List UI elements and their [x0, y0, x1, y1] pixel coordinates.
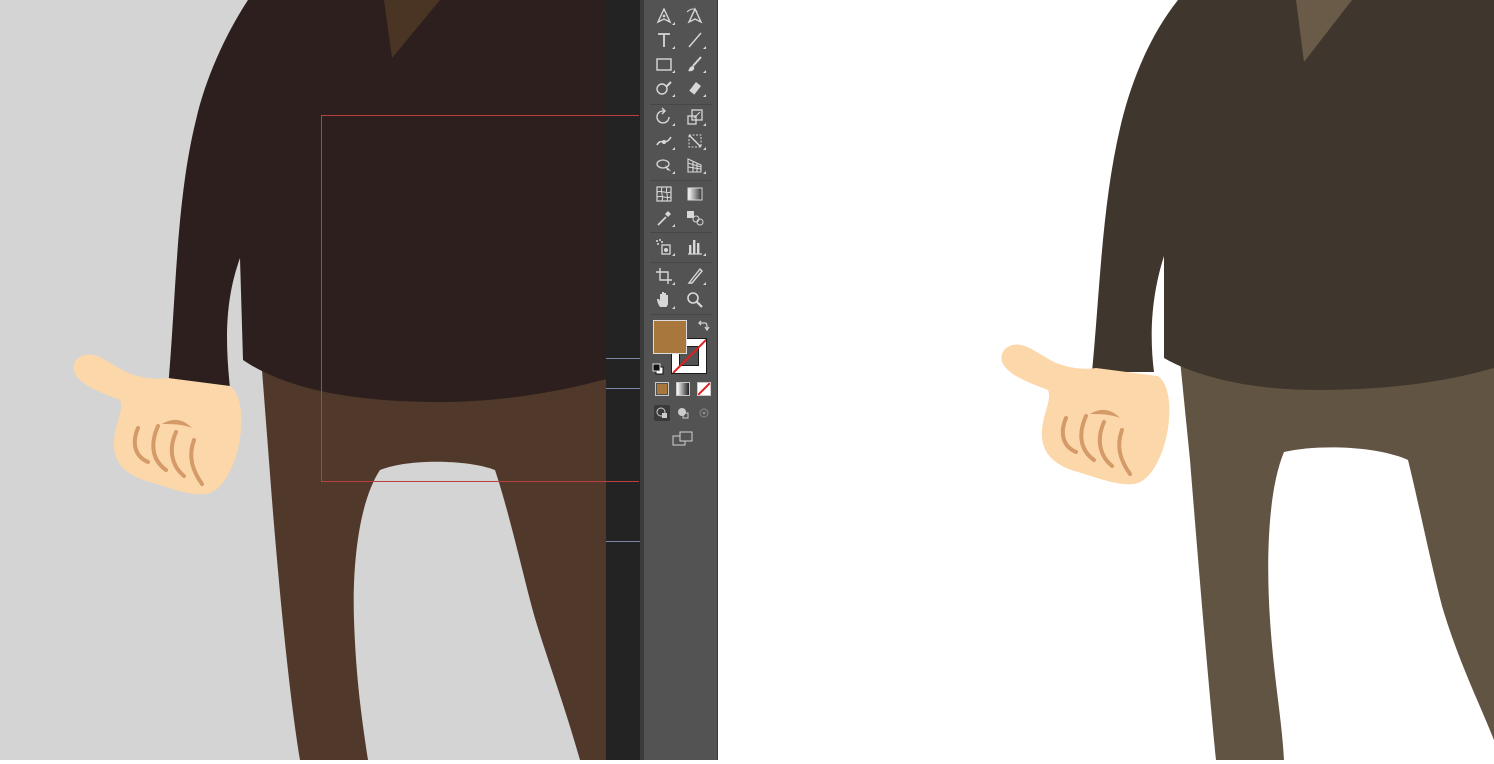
symbol-sprayer-tool-icon: [656, 239, 671, 255]
tool-group-indicator: [672, 22, 675, 25]
illustration-left: [0, 0, 640, 760]
gradient-tool-icon: [687, 187, 703, 201]
hand-right-overlay: [1001, 344, 1170, 485]
default-fill-stroke-icon[interactable]: [652, 360, 664, 375]
none-mode-button[interactable]: [697, 382, 711, 396]
rotate-tool-button[interactable]: [651, 106, 677, 128]
curvature-tool-button[interactable]: [682, 5, 708, 27]
width-tool-button[interactable]: [651, 130, 677, 152]
shape-builder-tool-button[interactable]: [651, 154, 677, 176]
eyedropper-tool-button[interactable]: [651, 207, 677, 229]
tool-group-indicator: [703, 147, 706, 150]
zoom-tool-button[interactable]: [682, 289, 708, 311]
paintbrush-tool-button[interactable]: [682, 53, 708, 75]
curvature-tool-icon: [686, 7, 703, 24]
ruler-tick: [606, 541, 640, 542]
scale-tool-button[interactable]: [682, 106, 708, 128]
draw-behind-icon[interactable]: [675, 405, 691, 421]
rectangle-tool-button[interactable]: [651, 53, 677, 75]
type-tool-button[interactable]: [651, 29, 677, 51]
tool-group-divider: [650, 104, 712, 105]
tool-group-indicator: [672, 70, 675, 73]
scale-tool-icon: [687, 109, 703, 125]
canvas-right-view[interactable]: [718, 0, 1494, 760]
tool-group-divider: [650, 232, 712, 233]
draw-normal-icon[interactable]: [654, 405, 670, 421]
tool-group-indicator: [703, 46, 706, 49]
rectangle-tool-icon: [656, 58, 672, 71]
tool-group-indicator: [672, 282, 675, 285]
shaper-tool-button[interactable]: [651, 77, 677, 99]
tool-group-indicator: [703, 70, 706, 73]
line-segment-tool-icon: [688, 32, 702, 48]
tool-group-indicator: [672, 306, 675, 309]
gradient-mode-button[interactable]: [676, 382, 690, 396]
shape-builder-tool-icon: [656, 159, 671, 171]
pen-tool-button[interactable]: [651, 5, 677, 27]
slice-tool-button[interactable]: [682, 265, 708, 287]
rotate-tool-icon: [656, 107, 670, 124]
tool-group-indicator: [672, 171, 675, 174]
draw-inside-icon[interactable]: [696, 405, 712, 421]
line-segment-tool-button[interactable]: [682, 29, 708, 51]
paintbrush-tool-icon: [688, 56, 702, 72]
symbol-sprayer-tool-button[interactable]: [651, 236, 677, 258]
eraser-tool-icon: [688, 82, 701, 96]
free-transform-tool-button[interactable]: [682, 130, 708, 152]
swap-fill-stroke-icon[interactable]: [696, 318, 710, 332]
color-mode-button[interactable]: [655, 382, 669, 396]
tool-group-indicator: [703, 123, 706, 126]
artboard-tool-icon: [656, 268, 672, 284]
eyedropper-tool-icon: [657, 211, 671, 226]
width-tool-icon: [656, 136, 672, 146]
tool-group-indicator: [703, 171, 706, 174]
color-mode-fill: [657, 384, 667, 394]
tool-group-indicator: [672, 46, 675, 49]
canvas-left-view[interactable]: [0, 0, 640, 760]
gradient-tool-button[interactable]: [682, 183, 708, 205]
tool-group-indicator: [672, 224, 675, 227]
ruler-tick: [606, 358, 640, 359]
slice-tool-icon: [687, 267, 703, 284]
blend-tool-button[interactable]: [682, 207, 708, 229]
tool-group-indicator: [703, 282, 706, 285]
tool-group-indicator: [672, 94, 675, 97]
hand-tool-button[interactable]: [651, 289, 677, 311]
perspective-grid-tool-icon: [687, 158, 702, 173]
tool-group-divider: [650, 180, 712, 181]
screen-mode-icon[interactable]: [672, 430, 694, 448]
tool-group-divider: [650, 262, 712, 263]
tools-panel: [640, 0, 718, 760]
artboard-tool-button[interactable]: [651, 265, 677, 287]
shaper-tool-icon: [656, 81, 672, 95]
free-transform-tool-icon: [688, 134, 702, 148]
tool-group-indicator: [672, 253, 675, 256]
tool-group-indicator: [703, 94, 706, 97]
tool-group-indicator: [672, 147, 675, 150]
perspective-grid-tool-button[interactable]: [682, 154, 708, 176]
blend-tool-icon: [687, 211, 704, 226]
tool-group-indicator: [672, 123, 675, 126]
pen-tool-icon: [656, 7, 672, 24]
tool-group-indicator: [703, 253, 706, 256]
type-tool-icon: [658, 33, 670, 47]
hand-tool-icon: [657, 292, 668, 307]
zoom-tool-icon: [687, 292, 703, 308]
mesh-tool-icon: [656, 186, 672, 202]
tool-group-divider: [650, 314, 712, 315]
none-slash-mini: [698, 383, 710, 395]
mesh-tool-button[interactable]: [651, 183, 677, 205]
column-graph-tool-icon: [688, 240, 702, 255]
column-graph-tool-button[interactable]: [682, 236, 708, 258]
eraser-tool-button[interactable]: [682, 77, 708, 99]
fill-color-swatch[interactable]: [653, 320, 687, 354]
vertical-ruler[interactable]: [606, 0, 640, 760]
ruler-tick: [606, 388, 640, 389]
